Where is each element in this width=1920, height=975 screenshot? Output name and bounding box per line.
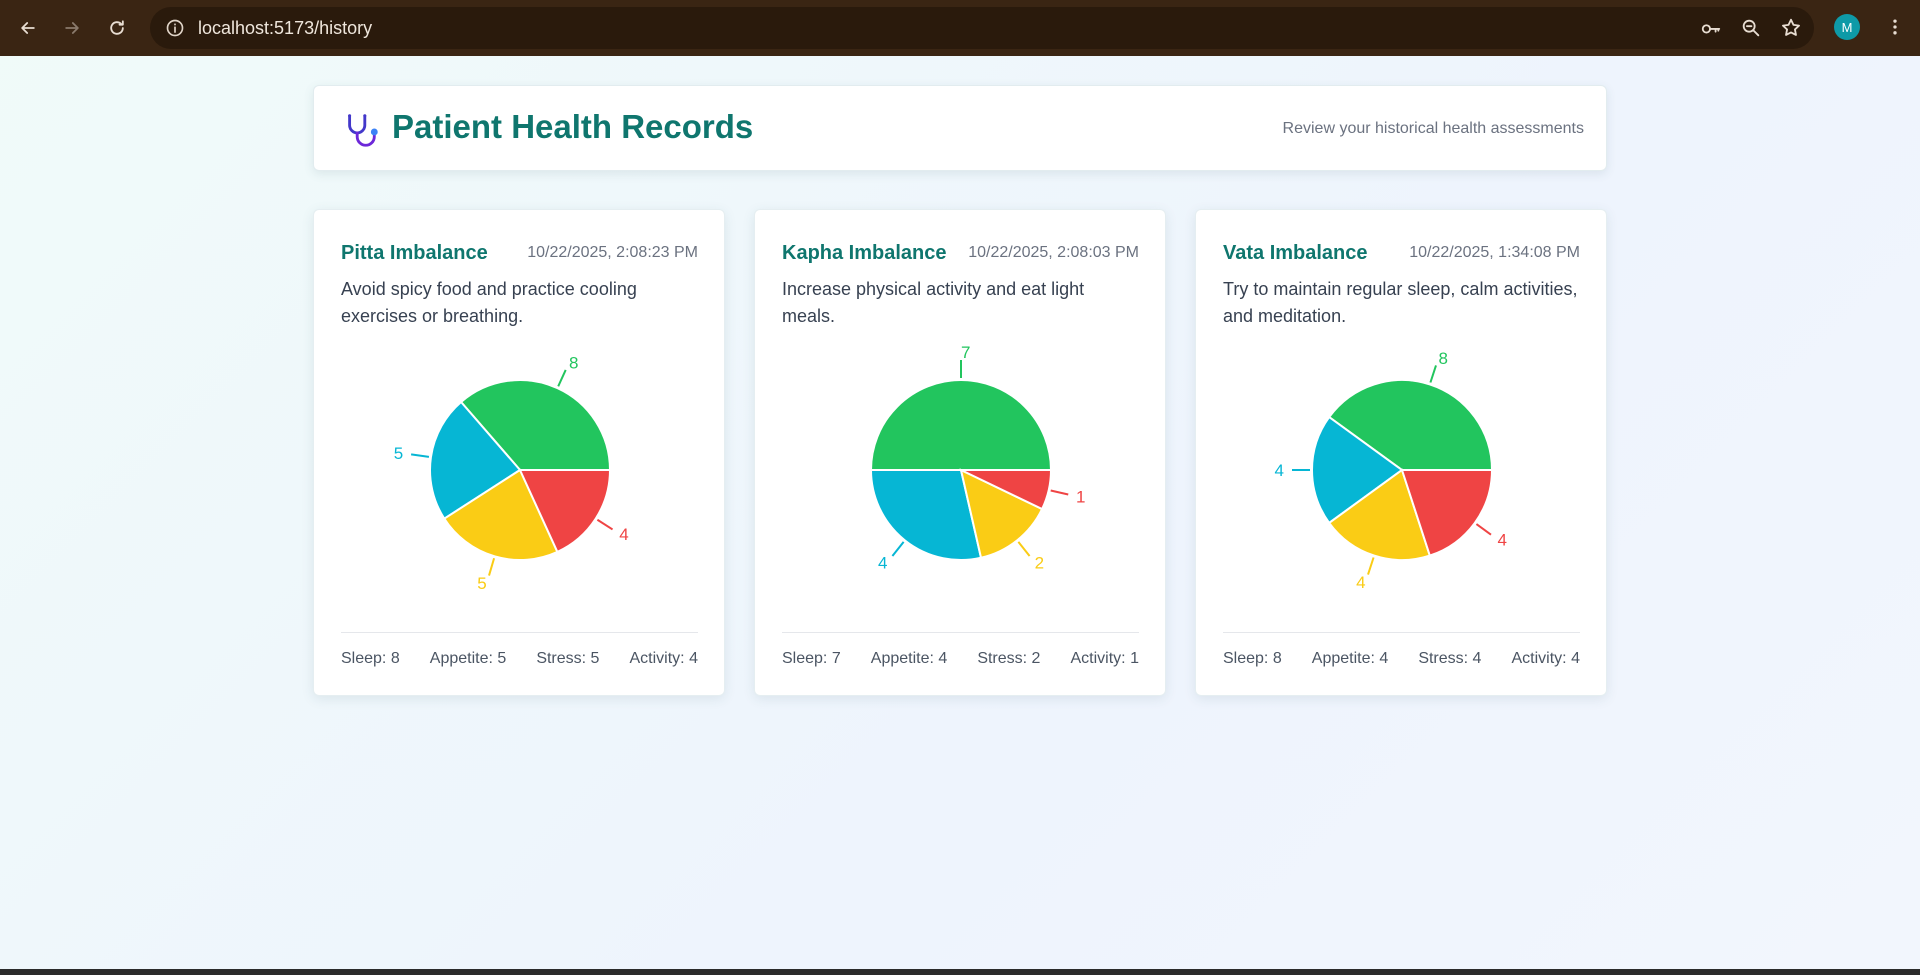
stat-sleep: Sleep: 8 [1223,650,1282,667]
zoom-icon [1742,19,1760,37]
record-card: Vata Imbalance 10/22/2025, 1:34:08 PM Tr… [1195,209,1607,696]
pie-label-line [557,369,567,387]
pie-chart: 8 5 5 4 [394,354,629,594]
pie-label-line [1475,523,1492,536]
zoom-button[interactable] [1738,15,1764,41]
page-header: Patient Health Records Review your histo… [313,85,1607,171]
pie-slice-sleep [869,379,1053,471]
pie-data-label: 4 [619,525,628,544]
record-stats: Sleep: 8 Appetite: 4 Stress: 4 Activity:… [1223,650,1580,668]
stat-activity: Activity: 1 [1070,650,1139,667]
pie-chart: 8 4 4 4 [1275,349,1507,592]
pie-label-line [596,518,614,531]
pie-label-line [1050,489,1069,496]
stat-stress: Stress: 2 [977,650,1041,667]
star-icon [1782,18,1800,36]
browser-menu-button[interactable] [1880,12,1910,42]
page-title: Patient Health Records [392,108,754,145]
stat-appetite: Appetite: 4 [1311,650,1389,667]
pie-data-label: 5 [477,574,486,593]
pie-data-label: 4 [878,553,887,572]
bookmark-button[interactable] [1778,15,1804,41]
pie-data-label: 7 [961,343,970,362]
record-title: Vata Imbalance [1223,242,1368,264]
record-stats: Sleep: 7 Appetite: 4 Stress: 2 Activity:… [782,650,1139,668]
divider [341,632,698,633]
pie-label-line [410,453,430,458]
page-subtitle: Review your historical health assessment… [1282,120,1584,137]
record-date: 10/22/2025, 2:08:03 PM [968,244,1139,261]
pie-label-line [891,541,905,557]
menu-icon [1893,19,1897,35]
pie-label-line [1429,365,1437,383]
pie-label-line [1017,541,1031,557]
site-info-button[interactable] [162,15,188,41]
pie-data-label: 8 [569,354,578,373]
record-title: Pitta Imbalance [341,242,488,264]
stat-activity: Activity: 4 [629,650,698,667]
record-date: 10/22/2025, 1:34:08 PM [1409,244,1580,261]
url-text[interactable]: localhost:5173/history [198,18,372,39]
key-icon [1701,24,1721,34]
stethoscope-icon [348,114,378,147]
address-bar[interactable]: localhost:5173/history [150,7,1814,49]
divider [1223,632,1580,633]
pie-data-label: 5 [394,444,403,463]
pie-label-line [1367,557,1375,575]
stat-appetite: Appetite: 5 [429,650,507,667]
stat-stress: Stress: 4 [1418,650,1482,667]
reload-icon [110,20,124,35]
pie-data-label: 1 [1076,487,1085,506]
pie-data-label: 4 [1275,461,1284,480]
stat-sleep: Sleep: 8 [341,650,400,667]
pie-data-label: 4 [1497,530,1506,549]
back-icon [21,22,35,34]
stat-appetite: Appetite: 4 [870,650,948,667]
record-title: Kapha Imbalance [782,242,947,264]
stat-sleep: Sleep: 7 [782,650,841,667]
browser-toolbar: localhost:5173/history M [0,0,1920,56]
pie-data-label: 2 [1035,553,1044,572]
stat-stress: Stress: 5 [536,650,600,667]
back-button[interactable] [6,6,50,50]
stat-activity: Activity: 4 [1511,650,1580,667]
forward-button[interactable] [50,6,94,50]
reload-button[interactable] [95,6,139,50]
passwords-button[interactable] [1698,15,1724,41]
forward-icon [65,22,79,34]
pie-label-line [488,557,496,576]
window-bottom-edge [0,969,1920,975]
divider [782,632,1139,633]
record-card: Pitta Imbalance 10/22/2025, 2:08:23 PM A… [313,209,725,696]
record-card: Kapha Imbalance 10/22/2025, 2:08:03 PM I… [754,209,1166,696]
info-icon [166,19,184,37]
pie-data-label: 4 [1356,573,1365,592]
record-date: 10/22/2025, 2:08:23 PM [527,244,698,261]
pie-data-label: 8 [1438,349,1447,368]
pie-chart: 7 4 2 1 [869,343,1086,572]
record-stats: Sleep: 8 Appetite: 5 Stress: 5 Activity:… [341,650,698,668]
profile-avatar[interactable]: M [1834,14,1860,40]
